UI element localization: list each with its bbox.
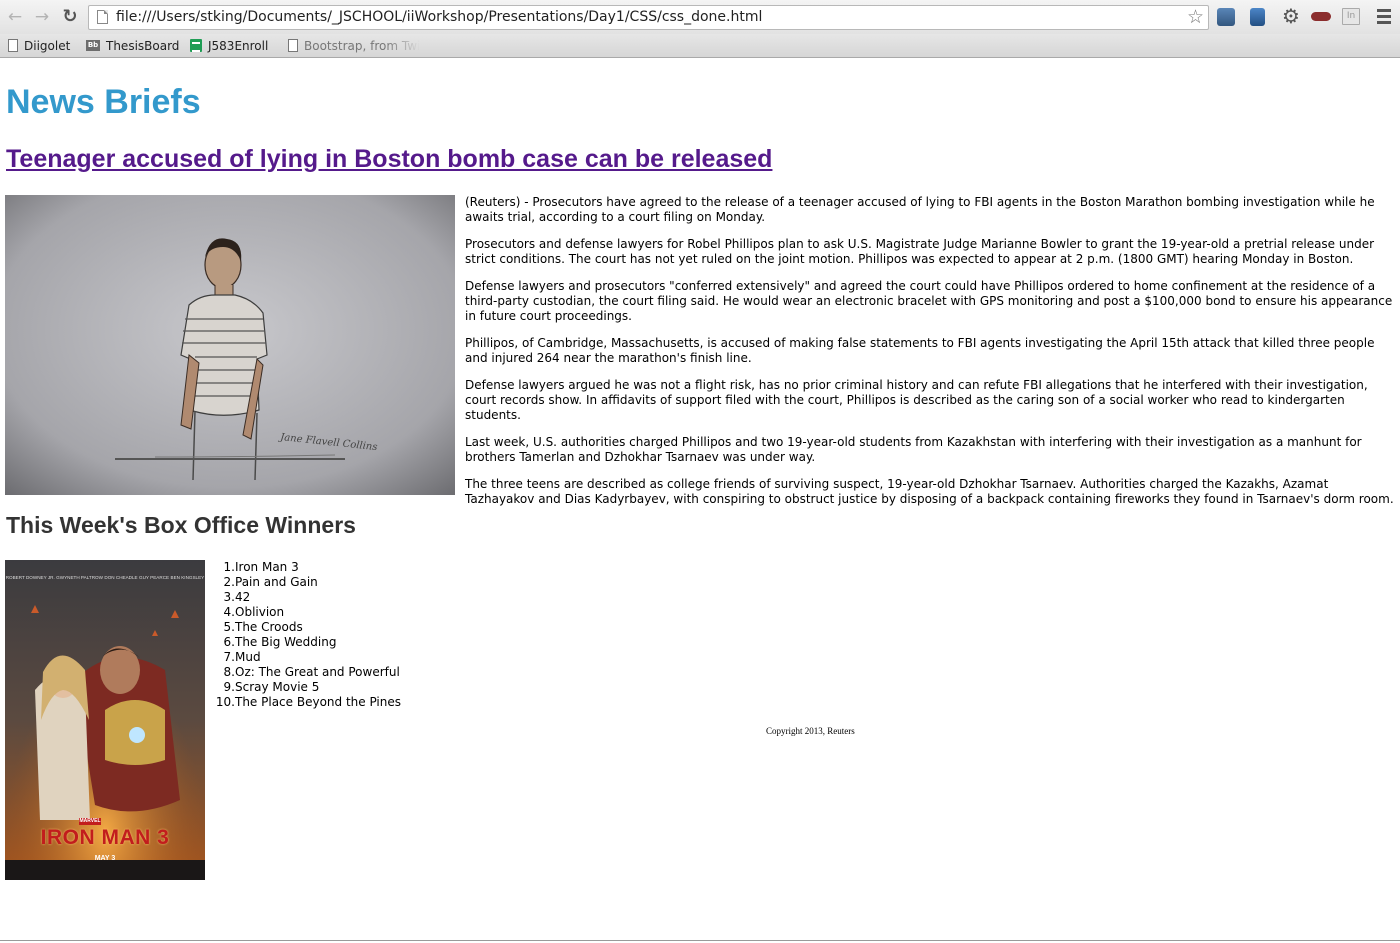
film-title: Oz: The Great and Powerful [235,665,400,679]
bookmark-bootstrap[interactable]: Bootstrap, from Twi [288,38,420,54]
reload-button[interactable]: ↻ [59,6,81,28]
article-paragraph: Prosecutors and defense lawyers for Robe… [465,237,1375,266]
poster-credit: GWYNETH PALTROW [56,575,103,580]
list-number: 2. [223,575,235,589]
film-title: Pain and Gain [235,575,318,589]
sketch-drawing: Jane Flavell Collins [5,195,455,495]
article-paragraph: The three teens are described as college… [465,477,1394,506]
list-item: 6. The Big Wedding [205,635,505,650]
forward-button[interactable]: → [31,6,53,28]
bookmark-star-icon[interactable]: ☆ [1187,6,1204,28]
list-item: 4. Oblivion [205,605,505,620]
arrow-left-icon: ← [7,7,23,27]
list-number: 9. [223,680,235,694]
poster-credit: DON CHEADLE [104,575,138,580]
poster-credit: GUY PEARCE [139,575,170,580]
mask-extension-icon[interactable] [1311,12,1331,21]
list-number: 1. [223,560,235,574]
browser-toolbar: ← → ↻ file:///Users/stking/Documents/_JS… [0,0,1400,34]
list-item: 8. Oz: The Great and Powerful [205,665,505,680]
copyright-footer: Copyright 2013, Reuters [766,726,855,736]
bookmark-thesisboard[interactable]: Bb ThesisBoard [86,38,179,54]
bookmark-label: J583Enroll [208,39,269,53]
list-number: 10. [215,695,235,709]
marvel-logo: MARVEL [79,818,101,825]
list-number: 6. [223,635,235,649]
article-paragraph: Defense lawyers argued he was not a flig… [465,378,1368,422]
film-title: 42 [235,590,251,604]
list-item: 9. Scray Movie 5 [205,680,505,695]
poster-date: MAY 3 [94,855,116,862]
tablet-extension-icon[interactable] [1250,8,1265,26]
list-number: 3. [223,590,235,604]
bookmark-label: Diigolet [24,39,71,53]
poster-title: IRON MAN 3 [40,826,170,849]
article-paragraph: Defense lawyers and prosecutors "conferr… [465,279,1393,323]
article-paragraph: (Reuters) - Prosecutors have agreed to t… [465,195,1375,224]
reload-icon: ↻ [62,6,78,27]
page-content: News Briefs Teenager accused of lying in… [0,59,1400,941]
bookmark-j583enroll[interactable]: J583Enroll [190,38,268,54]
bookmarks-bar: Diigolet Bb ThesisBoard J583Enroll Bootst… [0,34,1400,58]
bookmark-label: Bootstrap, from Twi [304,39,421,53]
page-icon [288,39,298,52]
list-number: 7. [223,650,235,664]
page-icon [8,39,18,52]
blackboard-icon: Bb [86,40,100,51]
page-icon [97,10,108,24]
film-title: The Place Beyond the Pines [235,695,402,709]
url-text[interactable]: file:///Users/stking/Documents/_JSCHOOL/… [116,9,762,25]
film-title: Scray Movie 5 [235,680,320,694]
list-item: 3. 42 [205,590,505,605]
box-office-list: 1. Iron Man 3 2. Pain and Gain 3. 42 4. Obli… [205,560,505,710]
list-item: 7. Mud [205,650,505,665]
film-title: The Croods [235,620,303,634]
film-title: Mud [235,650,261,664]
article-paragraph: Phillipos, of Cambridge, Massachusetts, … [465,336,1375,365]
list-number: 4. [223,605,235,619]
list-item: 10. The Place Beyond the Pines [205,695,505,710]
article-paragraph: Last week, U.S. authorities charged Phil… [465,435,1362,464]
window-bottom-divider [0,940,1400,941]
menu-button[interactable] [1377,9,1391,25]
poster-credit: ROBERT DOWNEY JR. [5,575,55,580]
iron-man-3-poster: ROBERT DOWNEY JR. GWYNETH PALTROW DON CH… [5,560,205,880]
spreadsheet-icon [190,39,202,52]
gear-icon[interactable]: ⚙ [1281,6,1301,26]
film-title: Iron Man 3 [235,560,299,574]
site-title: News Briefs [6,83,201,121]
camera-extension-icon[interactable] [1217,8,1235,26]
poster-credit: BEN KINGSLEY [170,575,205,580]
film-title: The Big Wedding [235,635,337,649]
bookmark-label: ThesisBoard [106,39,180,53]
article-body: (Reuters) - Prosecutors have agreed to t… [465,195,1395,519]
list-number: 8. [223,665,235,679]
back-button[interactable]: ← [4,6,26,28]
linkedin-extension-icon[interactable]: In [1342,8,1360,25]
list-number: 5. [223,620,235,634]
bookmark-diigolet[interactable]: Diigolet [8,38,70,54]
arrow-right-icon: → [34,7,50,27]
box-office-heading: This Week's Box Office Winners [6,512,356,538]
courtroom-sketch-image: Jane Flavell Collins [5,195,455,495]
headline-link[interactable]: Teenager accused of lying in Boston bomb… [6,145,772,174]
film-title: Oblivion [235,605,285,619]
list-item: 5. The Croods [205,620,505,635]
list-item: 1. Iron Man 3 [205,560,505,575]
poster-credits: ROBERT DOWNEY JR. GWYNETH PALTROW DON CH… [5,575,205,580]
list-item: 2. Pain and Gain [205,575,505,590]
address-bar[interactable]: file:///Users/stking/Documents/_JSCHOOL/… [88,5,1209,30]
